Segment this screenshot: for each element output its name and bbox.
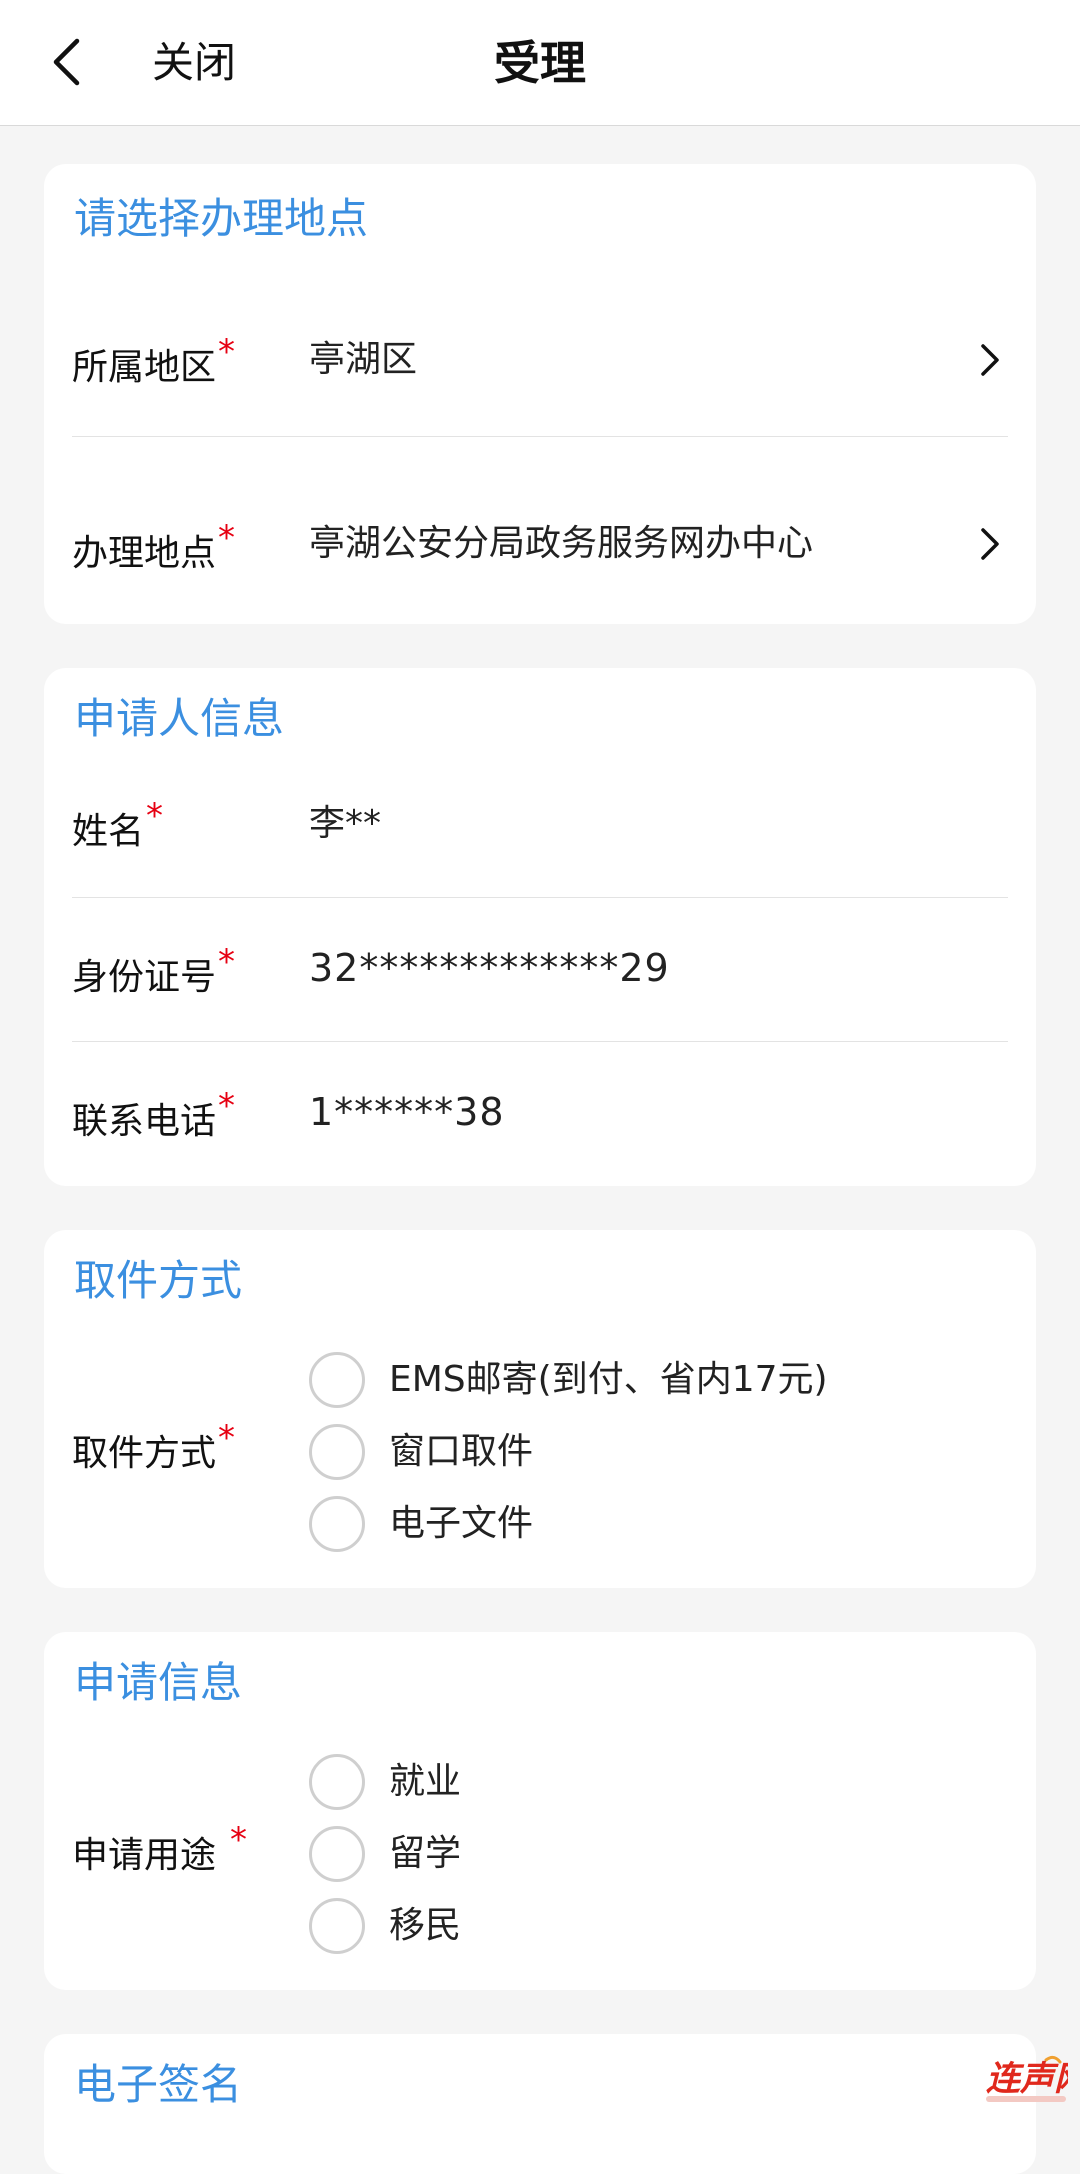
required-mark: * <box>146 796 164 836</box>
region-value: 亭湖区 <box>309 339 418 380</box>
pickup-option-electronic[interactable]: 电子文件 <box>309 1495 533 1553</box>
pickup-option-window[interactable]: 窗口取件 <box>309 1423 533 1481</box>
place-select-button[interactable] <box>970 520 1010 568</box>
radio-label: 电子文件 <box>389 1503 534 1544</box>
nav-bar: 关闭 受理 <box>0 0 1080 126</box>
pickup-card: 取件方式 取件方式* EMS邮寄(到付、省内17元) 窗口取件 电子文件 <box>44 1230 1036 1588</box>
divider <box>72 1041 1008 1042</box>
divider <box>72 897 1008 898</box>
required-mark: * <box>218 518 236 558</box>
signature-section-title: 电子签名 <box>74 2060 243 2109</box>
place-row[interactable]: 办理地点* 亭湖公安分局政务服务网办中心 <box>44 464 1036 624</box>
radio-label: 窗口取件 <box>389 1431 534 1472</box>
name-value: 李** <box>309 803 382 844</box>
required-mark: * <box>218 1418 236 1458</box>
radio-label: 移民 <box>389 1905 462 1946</box>
watermark-logo: 连声网 <box>986 2055 1068 2102</box>
radio-button[interactable] <box>309 1352 365 1408</box>
chevron-right-icon <box>981 528 999 560</box>
purpose-label: 申请用途 * <box>72 1820 248 1876</box>
application-section-title: 申请信息 <box>74 1658 243 1707</box>
application-card: 申请信息 申请用途 * 就业 留学 移民 <box>44 1632 1036 1990</box>
required-mark: * <box>218 332 236 372</box>
radio-button[interactable] <box>309 1898 365 1954</box>
radio-button[interactable] <box>309 1754 365 1810</box>
required-mark: * <box>218 942 236 982</box>
page-title: 受理 <box>494 36 586 90</box>
phone-label: 联系电话* <box>72 1086 236 1142</box>
id-number-label: 身份证号* <box>72 942 236 998</box>
location-card: 请选择办理地点 所属地区* 亭湖区 办理地点* 亭湖公安分局政务服务网办中心 <box>44 164 1036 624</box>
required-mark: * <box>230 1820 248 1860</box>
region-row[interactable]: 所属地区* 亭湖区 <box>44 304 1036 464</box>
purpose-option-immigration[interactable]: 移民 <box>309 1897 461 1955</box>
radio-label: 就业 <box>389 1761 462 1802</box>
place-label: 办理地点* <box>72 518 236 574</box>
radio-button[interactable] <box>309 1496 365 1552</box>
pickup-option-ems[interactable]: EMS邮寄(到付、省内17元) <box>309 1351 828 1409</box>
applicant-card: 申请人信息 姓名* 李** 身份证号* 32*************29 联系… <box>44 668 1036 1186</box>
purpose-option-study-abroad[interactable]: 留学 <box>309 1825 461 1883</box>
pickup-section-title: 取件方式 <box>74 1256 243 1305</box>
radio-label: EMS邮寄(到付、省内17元) <box>389 1359 828 1400</box>
chevron-right-icon <box>981 344 999 376</box>
divider <box>72 436 1008 437</box>
region-select-button[interactable] <box>970 336 1010 384</box>
radio-button[interactable] <box>309 1424 365 1480</box>
place-value: 亭湖公安分局政务服务网办中心 <box>309 523 814 564</box>
signature-card: 电子签名 <box>44 2034 1036 2174</box>
applicant-section-title: 申请人信息 <box>74 694 285 743</box>
purpose-option-employment[interactable]: 就业 <box>309 1753 461 1811</box>
location-section-title: 请选择办理地点 <box>74 194 369 243</box>
region-label: 所属地区* <box>72 332 236 388</box>
name-label: 姓名* <box>72 796 164 852</box>
required-mark: * <box>218 1086 236 1126</box>
radio-label: 留学 <box>389 1833 462 1874</box>
phone-value: 1******38 <box>309 1090 505 1134</box>
svg-text:连声网: 连声网 <box>986 2059 1068 2099</box>
id-number-value: 32*************29 <box>309 946 670 990</box>
pickup-method-label: 取件方式* <box>72 1418 236 1474</box>
radio-button[interactable] <box>309 1826 365 1882</box>
